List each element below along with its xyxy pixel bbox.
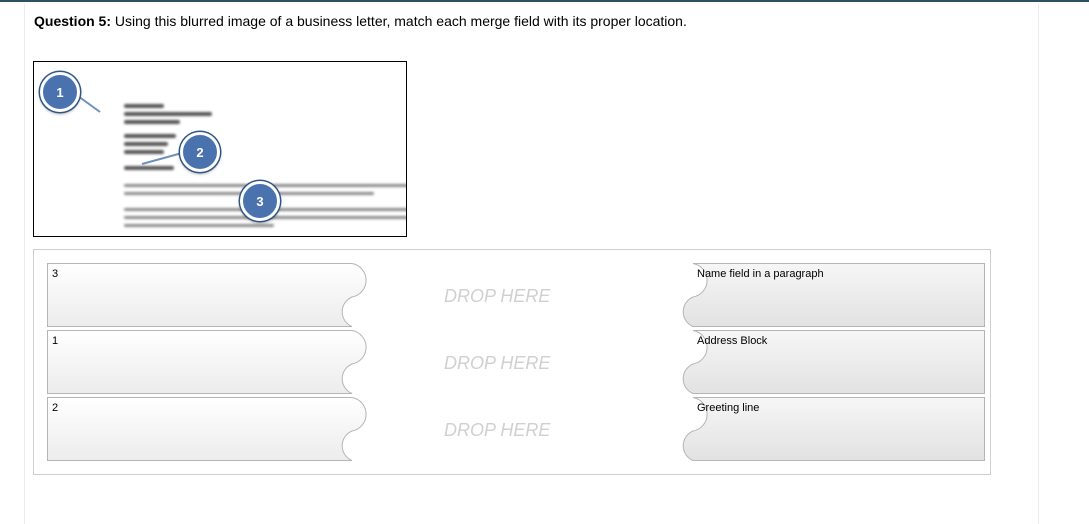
- prompt-piece[interactable]: 1: [47, 330, 369, 394]
- drop-zone[interactable]: DROP HERE: [444, 420, 550, 441]
- question-label: Question 5:: [34, 13, 112, 29]
- prompt-piece[interactable]: 2: [47, 397, 369, 461]
- top-border: [0, 0, 1089, 2]
- answer-label: Greeting line: [697, 402, 760, 414]
- prompt-label: 3: [52, 268, 59, 280]
- callout-2-badge: 2: [180, 132, 220, 172]
- question-text: Question 5: Using this blurred image of …: [34, 13, 687, 29]
- blurred-letter-image: 1 2 3: [33, 61, 407, 237]
- callout-1-badge: 1: [40, 72, 80, 112]
- prompt-label: 1: [52, 335, 59, 347]
- callout-pointers: [77, 95, 183, 165]
- answer-label: Name field in a paragraph: [697, 268, 824, 280]
- question-body: Using this blurred image of a business l…: [111, 13, 687, 29]
- drop-zone[interactable]: DROP HERE: [444, 353, 550, 374]
- drop-zone[interactable]: DROP HERE: [444, 286, 550, 307]
- answer-piece[interactable]: Name field in a paragraph: [664, 263, 985, 327]
- answer-label: Address Block: [697, 335, 768, 347]
- prompt-label: 2: [52, 402, 59, 414]
- callout-3-badge: 3: [240, 181, 280, 221]
- matching-area: 3 DROP HERE Name field in a paragraph 1 …: [33, 249, 991, 475]
- answer-piece[interactable]: Greeting line: [664, 397, 985, 461]
- prompt-piece[interactable]: 3: [47, 263, 369, 327]
- answer-piece[interactable]: Address Block: [664, 330, 985, 394]
